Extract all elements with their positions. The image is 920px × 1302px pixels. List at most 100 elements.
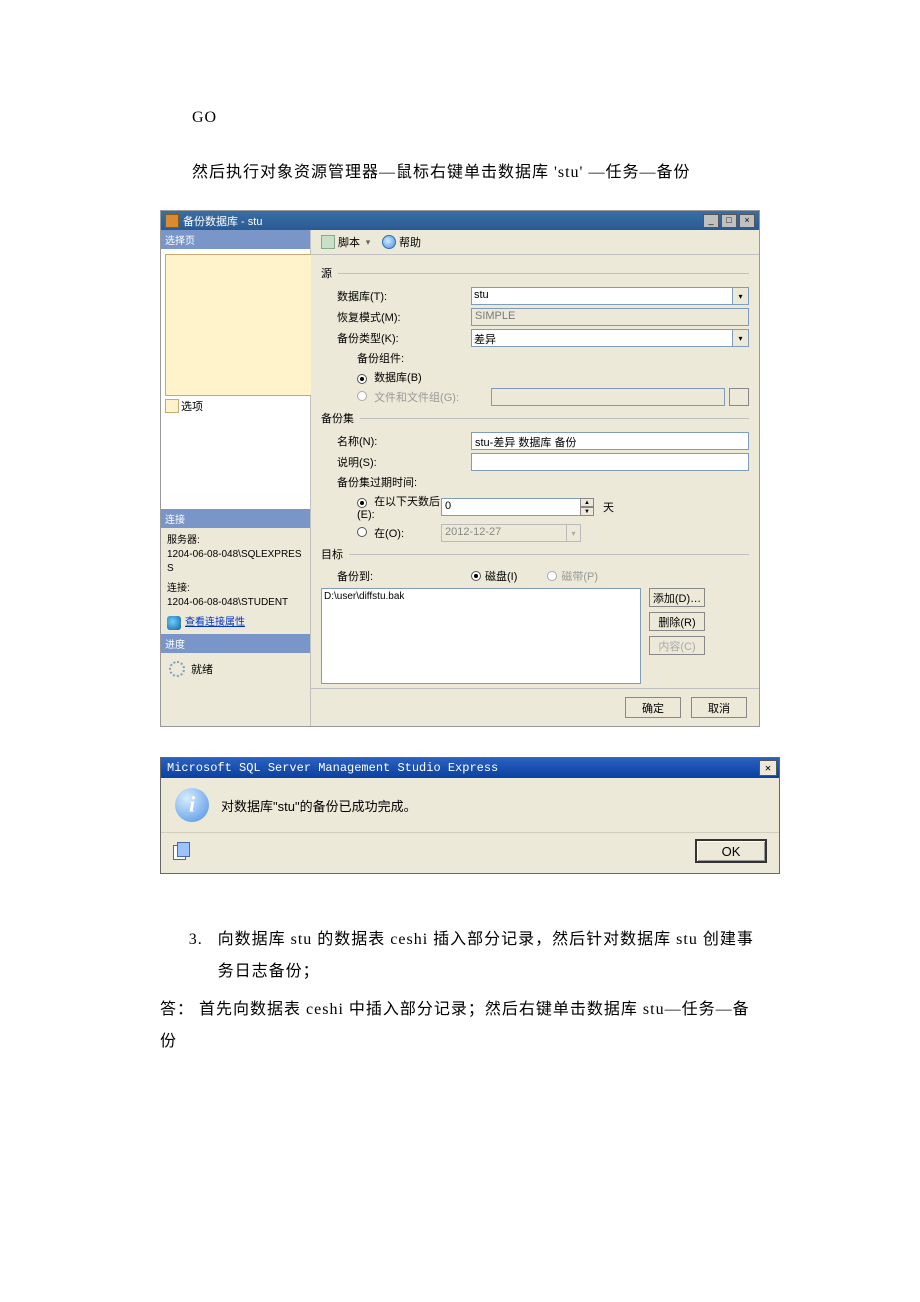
connection-section: 服务器: 1204-06-08-048\SQLEXPRESS 连接: 1204-… xyxy=(161,528,310,634)
filegroup-browse-button xyxy=(729,388,749,406)
backup-to-label: 备份到: xyxy=(321,568,471,584)
expire-label: 备份集过期时间: xyxy=(321,474,471,490)
date-input: 2012-12-27 ▾ xyxy=(441,524,581,542)
dialog-titlebar[interactable]: 备份数据库 - stu _ □ × xyxy=(161,211,759,230)
progress-section: 就绪 xyxy=(161,653,310,685)
days-input[interactable]: 0 ▲▼ xyxy=(441,498,581,516)
database-label: 数据库(T): xyxy=(321,288,471,304)
chevron-down-icon[interactable]: ▾ xyxy=(732,330,748,346)
chevron-down-icon: ▾ xyxy=(566,525,580,541)
radio-disk-row[interactable]: 磁盘(I) xyxy=(471,568,517,584)
recovery-label: 恢复模式(M): xyxy=(321,309,471,325)
radio-tape-row: 磁带(P) xyxy=(547,568,598,584)
desc-label: 说明(S): xyxy=(321,454,471,470)
q3-text: 向数据库 stu 的数据表 ceshi 插入部分记录，然后针对数据库 stu 创… xyxy=(218,924,760,988)
help-icon xyxy=(382,235,396,249)
radio-filegroup xyxy=(357,391,367,401)
pages-header: 选择页 xyxy=(161,230,310,249)
answer-3: 答： 首先向数据表 ceshi 中插入部分记录；然后右键单击数据库 stu—任务… xyxy=(160,994,760,1058)
group-source: 源 xyxy=(321,265,332,281)
close-button[interactable]: × xyxy=(739,214,755,228)
progress-ready: 就绪 xyxy=(191,661,213,677)
radio-database-row[interactable]: 数据库(B) xyxy=(321,369,471,385)
spin-up[interactable]: ▲ xyxy=(580,498,594,507)
script-button[interactable]: 脚本 xyxy=(317,232,364,252)
doc-line-intro: 然后执行对象资源管理器—鼠标右键单击数据库 'stu' —任务—备份 xyxy=(160,155,760,190)
backup-dialog: 备份数据库 - stu _ □ × 选择页 常规 选项 xyxy=(160,210,760,727)
group-destination: 目标 xyxy=(321,546,343,562)
help-label: 帮助 xyxy=(399,234,421,250)
dialog-icon xyxy=(165,214,179,228)
radio-on-row[interactable]: 在(O): xyxy=(321,525,441,541)
days-value: 0 xyxy=(445,500,451,512)
dialog-title: 备份数据库 - stu xyxy=(183,213,701,229)
msgbox-title: Microsoft SQL Server Management Studio E… xyxy=(167,761,759,775)
copy-icon[interactable] xyxy=(173,842,189,860)
radio-tape xyxy=(547,571,557,581)
dialog-toolbar: 脚本 ▾ 帮助 xyxy=(311,230,759,255)
script-label: 脚本 xyxy=(338,234,360,250)
connection-properties-icon xyxy=(167,616,181,630)
connection-header: 连接 xyxy=(161,509,310,528)
question-3: 3. 向数据库 stu 的数据表 ceshi 插入部分记录，然后针对数据库 st… xyxy=(189,924,760,988)
name-label: 名称(N): xyxy=(321,433,471,449)
radio-disk[interactable] xyxy=(471,571,481,581)
radio-after-row[interactable]: 在以下天数后(E): xyxy=(321,493,441,521)
connection-value: 1204-06-08-048\STUDENT xyxy=(167,596,304,610)
cancel-button[interactable]: 取消 xyxy=(691,697,747,718)
radio-disk-label: 磁盘(I) xyxy=(485,568,517,584)
desc-input[interactable] xyxy=(471,453,749,471)
page-icon xyxy=(165,399,179,413)
radio-on-label: 在(O): xyxy=(374,528,404,540)
pages-tree: 常规 选项 xyxy=(161,249,310,509)
success-msgbox: Microsoft SQL Server Management Studio E… xyxy=(160,757,780,874)
doc-line-go: GO xyxy=(160,100,760,135)
radio-database[interactable] xyxy=(357,374,367,384)
radio-on[interactable] xyxy=(357,527,367,537)
radio-filegroup-row: 文件和文件组(G): xyxy=(321,389,491,405)
server-label: 服务器: xyxy=(167,534,304,548)
ok-button[interactable]: 确定 xyxy=(625,697,681,718)
filegroup-input xyxy=(491,388,725,406)
page-general[interactable]: 常规 xyxy=(163,253,308,397)
msgbox-titlebar[interactable]: Microsoft SQL Server Management Studio E… xyxy=(161,758,779,778)
database-value: stu xyxy=(474,289,489,301)
destination-listbox[interactable]: D:\user\diffstu.bak xyxy=(321,588,641,684)
minimize-button[interactable]: _ xyxy=(703,214,719,228)
date-value: 2012-12-27 xyxy=(445,526,501,538)
add-button[interactable]: 添加(D)… xyxy=(649,588,705,607)
database-select[interactable]: stu ▾ xyxy=(471,287,749,305)
backup-type-value: 差异 xyxy=(474,334,496,346)
name-input[interactable]: stu-差异 数据库 备份 xyxy=(471,432,749,450)
chevron-down-icon[interactable]: ▾ xyxy=(732,288,748,304)
info-icon xyxy=(175,788,209,822)
maximize-button[interactable]: □ xyxy=(721,214,737,228)
msgbox-text: 对数据库"stu"的备份已成功完成。 xyxy=(221,796,417,815)
radio-after[interactable] xyxy=(357,498,367,508)
group-backup-set: 备份集 xyxy=(321,410,354,426)
msgbox-ok-button[interactable]: OK xyxy=(695,839,767,863)
progress-header: 进度 xyxy=(161,634,310,653)
q3-number: 3. xyxy=(189,924,218,988)
spinner-icon xyxy=(169,661,185,677)
contents-button[interactable]: 内容(C) xyxy=(649,636,705,655)
backup-type-select[interactable]: 差异 ▾ xyxy=(471,329,749,347)
server-value: 1204-06-08-048\SQLEXPRESS xyxy=(167,548,304,576)
radio-filegroup-label: 文件和文件组(G): xyxy=(374,392,459,404)
radio-tape-label: 磁带(P) xyxy=(561,568,598,584)
component-label: 备份组件: xyxy=(321,350,471,366)
radio-after-label: 在以下天数后(E): xyxy=(357,496,440,521)
page-options[interactable]: 选项 xyxy=(163,397,308,415)
remove-button[interactable]: 删除(R) xyxy=(649,612,705,631)
spin-down[interactable]: ▼ xyxy=(580,507,594,516)
msgbox-close-button[interactable]: × xyxy=(759,760,777,776)
toolbar-dropdown-arrow[interactable]: ▾ xyxy=(364,237,372,248)
dialog-footer: 确定 取消 xyxy=(311,688,759,726)
answer-text: 首先向数据表 ceshi 中插入部分记录；然后右键单击数据库 stu—任务—备份 xyxy=(160,1001,750,1050)
recovery-value: SIMPLE xyxy=(471,308,749,326)
days-suffix: 天 xyxy=(603,499,614,515)
help-button[interactable]: 帮助 xyxy=(378,232,425,252)
backup-type-label: 备份类型(K): xyxy=(321,330,471,346)
destination-item[interactable]: D:\user\diffstu.bak xyxy=(324,591,638,602)
view-connection-link[interactable]: 查看连接属性 xyxy=(185,616,245,630)
